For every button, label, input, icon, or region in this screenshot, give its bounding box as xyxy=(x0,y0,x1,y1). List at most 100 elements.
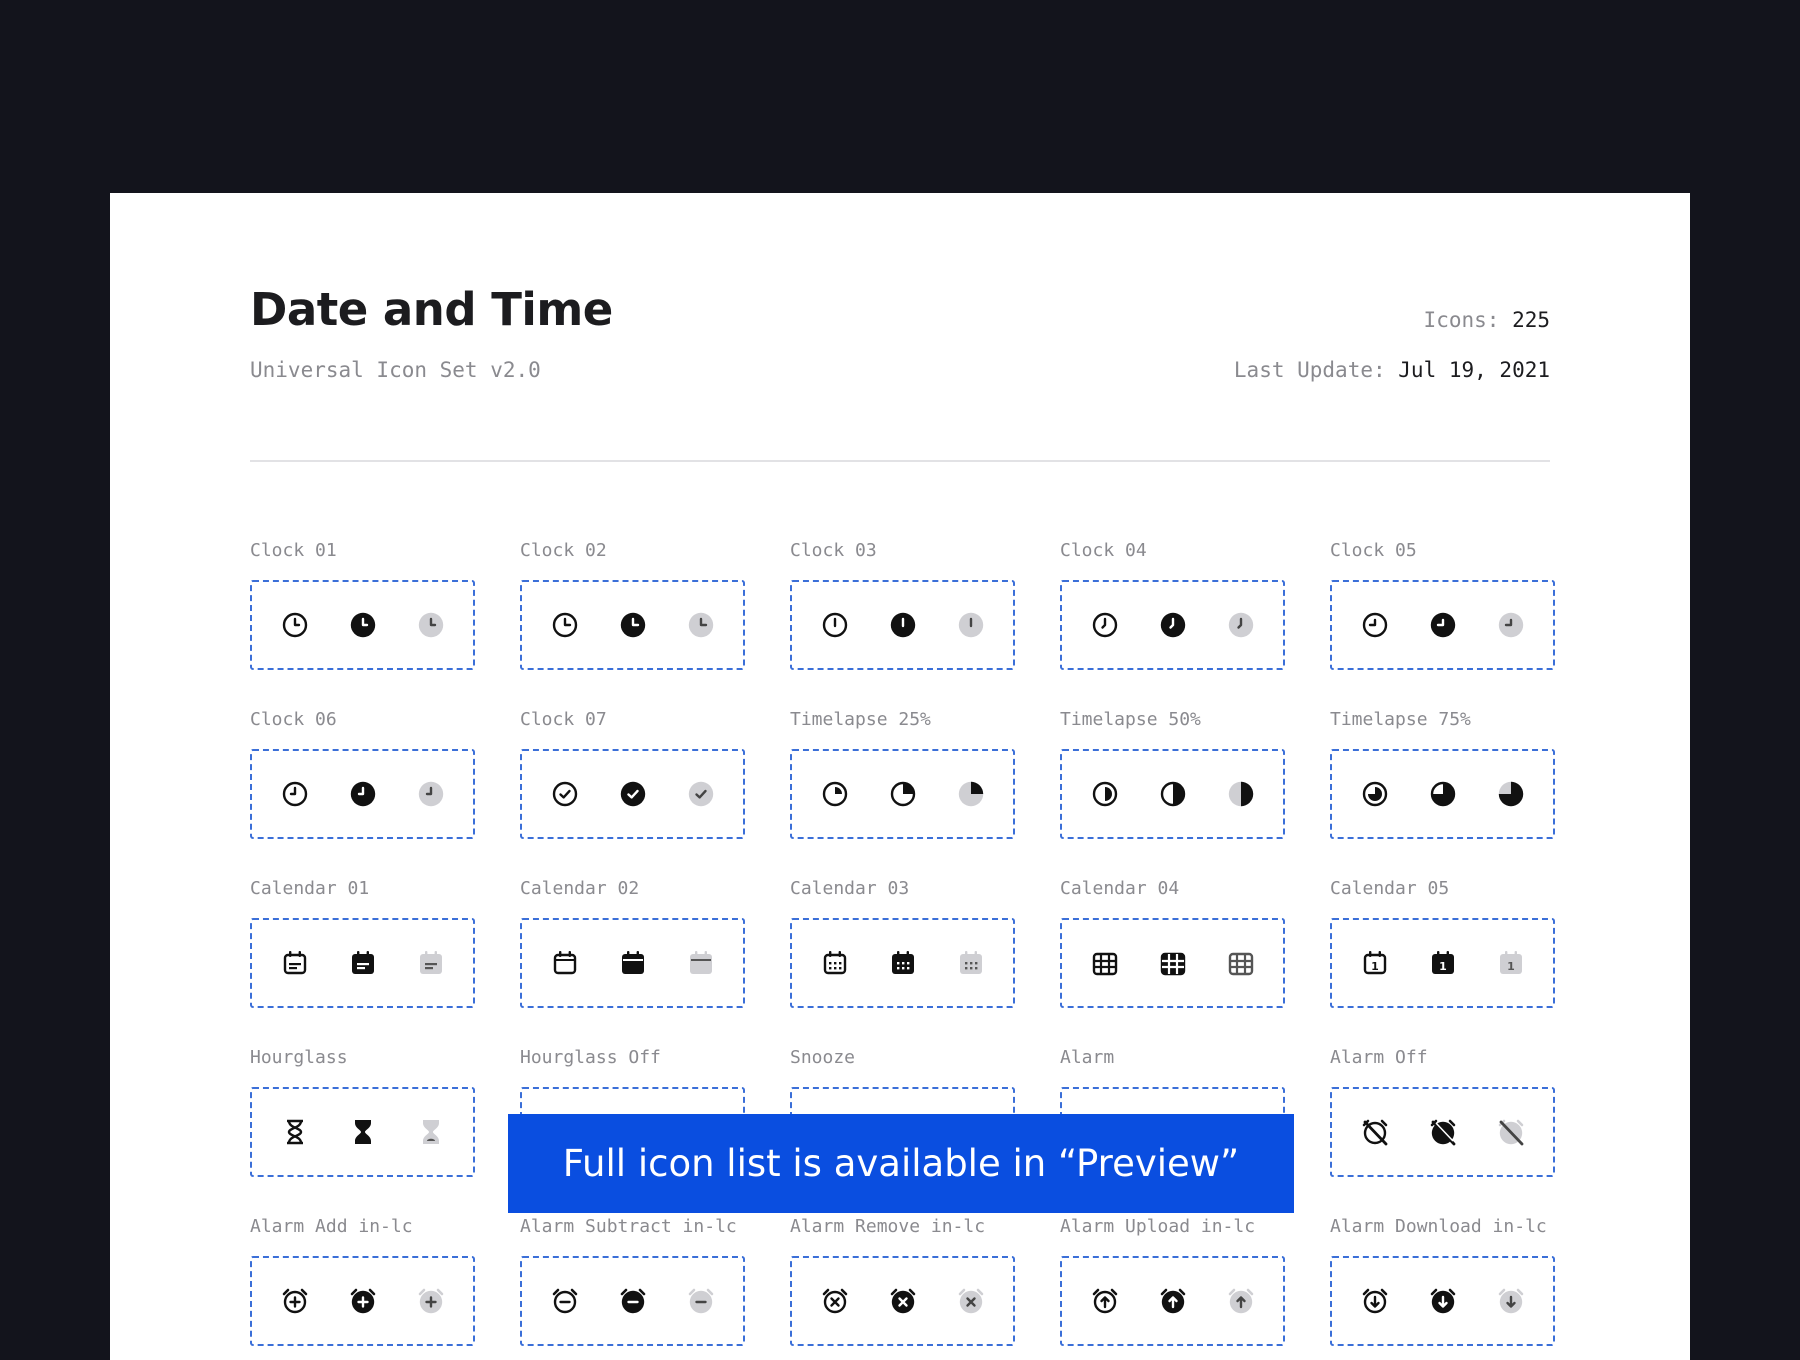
icon-group-label: Clock 02 xyxy=(520,540,607,561)
clock-check-icon-muted[interactable] xyxy=(686,779,716,809)
calendar-icon-outline[interactable] xyxy=(280,948,310,978)
clock-check-icon-filled[interactable] xyxy=(618,779,648,809)
icon-group-label: Clock 01 xyxy=(250,540,337,561)
alarm-add-icon-muted[interactable] xyxy=(416,1286,446,1316)
alarm-remove-icon-filled[interactable] xyxy=(888,1286,918,1316)
alarm-remove-icon-muted[interactable] xyxy=(956,1286,986,1316)
calendar-icon-muted[interactable] xyxy=(686,948,716,978)
timelapse-icon-filled[interactable] xyxy=(1158,779,1188,809)
timelapse-icon-outline[interactable] xyxy=(820,779,850,809)
icon-variant-box[interactable] xyxy=(790,1256,1015,1346)
icon-variant-box[interactable] xyxy=(1060,918,1285,1008)
alarm-off-icon-filled[interactable] xyxy=(1428,1117,1458,1147)
calendar-grid-icon-outline[interactable] xyxy=(1090,948,1120,978)
alarm-subtract-icon-muted[interactable] xyxy=(686,1286,716,1316)
icon-group-label: Calendar 02 xyxy=(520,878,640,899)
alarm-off-icon-outline[interactable] xyxy=(1360,1117,1390,1147)
calendar-grid-icon-filled[interactable] xyxy=(1158,948,1188,978)
clock-icon-filled[interactable] xyxy=(1428,610,1458,640)
alarm-download-icon-filled[interactable] xyxy=(1428,1286,1458,1316)
timelapse-icon-muted[interactable] xyxy=(1226,779,1256,809)
icon-variant-box[interactable] xyxy=(250,749,475,839)
icon-group-label: Alarm Upload in-lc xyxy=(1060,1216,1256,1237)
calendar-icon-filled[interactable] xyxy=(348,948,378,978)
calendar-icon-filled[interactable] xyxy=(888,948,918,978)
clock-icon-filled[interactable] xyxy=(618,610,648,640)
icon-variant-box[interactable] xyxy=(1330,580,1555,670)
clock-icon-outline[interactable] xyxy=(280,779,310,809)
alarm-download-icon-muted[interactable] xyxy=(1496,1286,1526,1316)
alarm-subtract-icon-outline[interactable] xyxy=(550,1286,580,1316)
icon-variant-box[interactable] xyxy=(520,749,745,839)
calendar-icon-outline[interactable]: 1 xyxy=(1360,948,1390,978)
clock-icon-outline[interactable] xyxy=(280,610,310,640)
icon-variant-box[interactable] xyxy=(520,580,745,670)
icon-variant-box[interactable]: 1 1 1 xyxy=(1330,918,1555,1008)
timelapse-icon-muted[interactable] xyxy=(1496,779,1526,809)
calendar-icon-filled[interactable]: 1 xyxy=(1428,948,1458,978)
clock-check-icon-outline[interactable] xyxy=(550,779,580,809)
icon-variant-box[interactable] xyxy=(250,580,475,670)
clock-icon-filled[interactable] xyxy=(348,610,378,640)
icon-group: Alarm Upload in-lc xyxy=(1060,1214,1285,1346)
alarm-off-icon-muted[interactable] xyxy=(1496,1117,1526,1147)
icon-variant-box[interactable] xyxy=(1330,749,1555,839)
calendar-icon-muted[interactable] xyxy=(956,948,986,978)
icon-variant-box[interactable] xyxy=(250,1256,475,1346)
icon-variant-box[interactable] xyxy=(250,1087,475,1177)
alarm-add-icon-outline[interactable] xyxy=(280,1286,310,1316)
icon-variant-box[interactable] xyxy=(790,749,1015,839)
clock-icon-filled[interactable] xyxy=(888,610,918,640)
icon-group: Alarm Download in-lc xyxy=(1330,1214,1555,1346)
icon-variant-box[interactable] xyxy=(1330,1256,1555,1346)
calendar-icon-muted[interactable] xyxy=(416,948,446,978)
timelapse-icon-outline[interactable] xyxy=(1360,779,1390,809)
icon-group: Hourglass Off xyxy=(520,1045,745,1177)
icon-count: Icons: 225 xyxy=(1424,308,1550,332)
icon-group: Timelapse 50% xyxy=(1060,707,1285,839)
icon-variant-box[interactable] xyxy=(790,580,1015,670)
clock-icon-muted[interactable] xyxy=(416,779,446,809)
icon-variant-box[interactable] xyxy=(1060,1256,1285,1346)
clock-icon-muted[interactable] xyxy=(1496,610,1526,640)
timelapse-icon-muted[interactable] xyxy=(956,779,986,809)
preview-banner[interactable]: Full icon list is available in “Preview” xyxy=(508,1114,1294,1213)
clock-icon-muted[interactable] xyxy=(1226,610,1256,640)
clock-icon-muted[interactable] xyxy=(956,610,986,640)
hourglass-icon-outline[interactable] xyxy=(280,1117,310,1147)
calendar-icon-outline[interactable] xyxy=(820,948,850,978)
icon-variant-box[interactable] xyxy=(1330,1087,1555,1177)
calendar-icon-muted[interactable]: 1 xyxy=(1496,948,1526,978)
icon-variant-box[interactable] xyxy=(790,918,1015,1008)
icon-group-label: Clock 06 xyxy=(250,709,337,730)
clock-icon-outline[interactable] xyxy=(820,610,850,640)
icon-variant-box[interactable] xyxy=(250,918,475,1008)
clock-icon-muted[interactable] xyxy=(416,610,446,640)
clock-icon-filled[interactable] xyxy=(1158,610,1188,640)
icon-variant-box[interactable] xyxy=(520,1256,745,1346)
alarm-remove-icon-outline[interactable] xyxy=(820,1286,850,1316)
clock-icon-muted[interactable] xyxy=(686,610,716,640)
clock-icon-outline[interactable] xyxy=(1090,610,1120,640)
alarm-download-icon-outline[interactable] xyxy=(1360,1286,1390,1316)
calendar-icon-filled[interactable] xyxy=(618,948,648,978)
timelapse-icon-filled[interactable] xyxy=(888,779,918,809)
calendar-icon-outline[interactable] xyxy=(550,948,580,978)
timelapse-icon-filled[interactable] xyxy=(1428,779,1458,809)
calendar-grid-icon-muted[interactable] xyxy=(1226,948,1256,978)
icon-variant-box[interactable] xyxy=(520,918,745,1008)
alarm-subtract-icon-filled[interactable] xyxy=(618,1286,648,1316)
alarm-upload-icon-filled[interactable] xyxy=(1158,1286,1188,1316)
timelapse-icon-outline[interactable] xyxy=(1090,779,1120,809)
icon-group-label: Timelapse 25% xyxy=(790,709,931,730)
clock-icon-filled[interactable] xyxy=(348,779,378,809)
alarm-upload-icon-muted[interactable] xyxy=(1226,1286,1256,1316)
icon-variant-box[interactable] xyxy=(1060,749,1285,839)
alarm-upload-icon-outline[interactable] xyxy=(1090,1286,1120,1316)
hourglass-icon-muted[interactable] xyxy=(416,1117,446,1147)
clock-icon-outline[interactable] xyxy=(550,610,580,640)
icon-variant-box[interactable] xyxy=(1060,580,1285,670)
hourglass-icon-filled[interactable] xyxy=(348,1117,378,1147)
alarm-add-icon-filled[interactable] xyxy=(348,1286,378,1316)
clock-icon-outline[interactable] xyxy=(1360,610,1390,640)
